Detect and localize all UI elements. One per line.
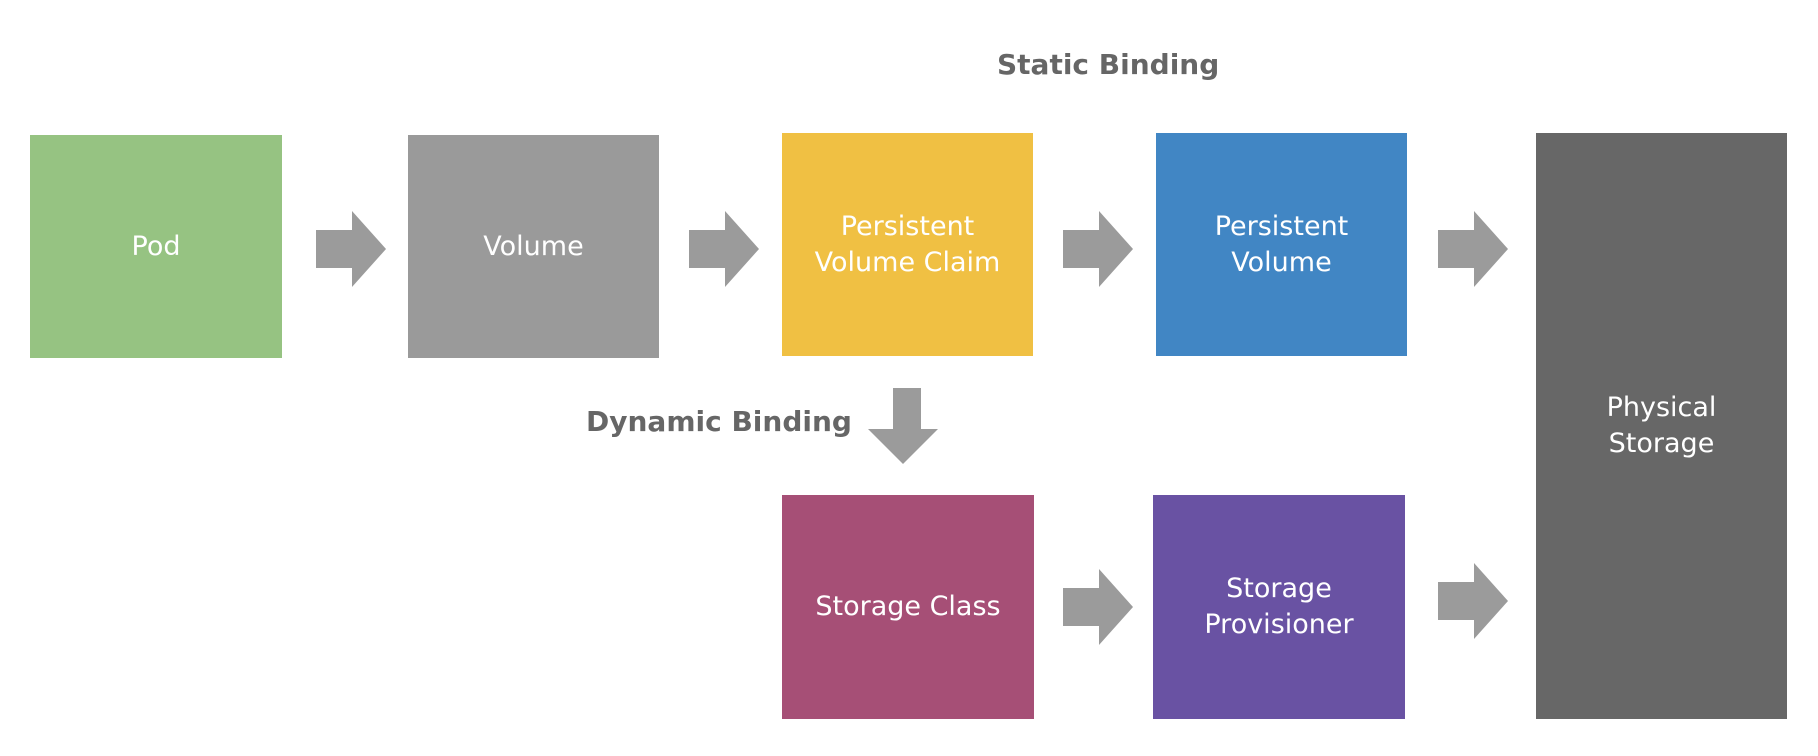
node-pod-label: Pod [131, 230, 181, 262]
node-persistent-volume-claim-label: Persistent Volume Claim [814, 210, 1001, 278]
node-volume: Volume [408, 135, 659, 358]
arrow-right-icon [1063, 211, 1133, 287]
node-volume-label: Volume [483, 230, 584, 262]
arrow-right-icon [316, 211, 386, 287]
node-persistent-volume-claim: Persistent Volume Claim [782, 133, 1033, 356]
arrow-down-icon [868, 388, 938, 464]
node-storage-class: Storage Class [782, 495, 1034, 719]
arrow-right-icon [689, 211, 759, 287]
node-physical-storage: Physical Storage [1536, 133, 1787, 719]
arrow-right-icon [1438, 563, 1508, 639]
node-persistent-volume-label: Persistent Volume [1214, 210, 1349, 278]
node-storage-class-label: Storage Class [815, 591, 1001, 622]
dynamic-binding-label: Dynamic Binding [586, 405, 852, 438]
arrow-right-icon [1063, 569, 1133, 645]
node-storage-provisioner: Storage Provisioner [1153, 495, 1405, 719]
node-storage-provisioner-label: Storage Provisioner [1204, 573, 1354, 640]
node-physical-storage-label: Physical Storage [1606, 392, 1717, 459]
node-pod: Pod [30, 135, 282, 358]
node-persistent-volume: Persistent Volume [1156, 133, 1407, 356]
arrow-right-icon [1438, 211, 1508, 287]
static-binding-label: Static Binding [997, 48, 1220, 81]
